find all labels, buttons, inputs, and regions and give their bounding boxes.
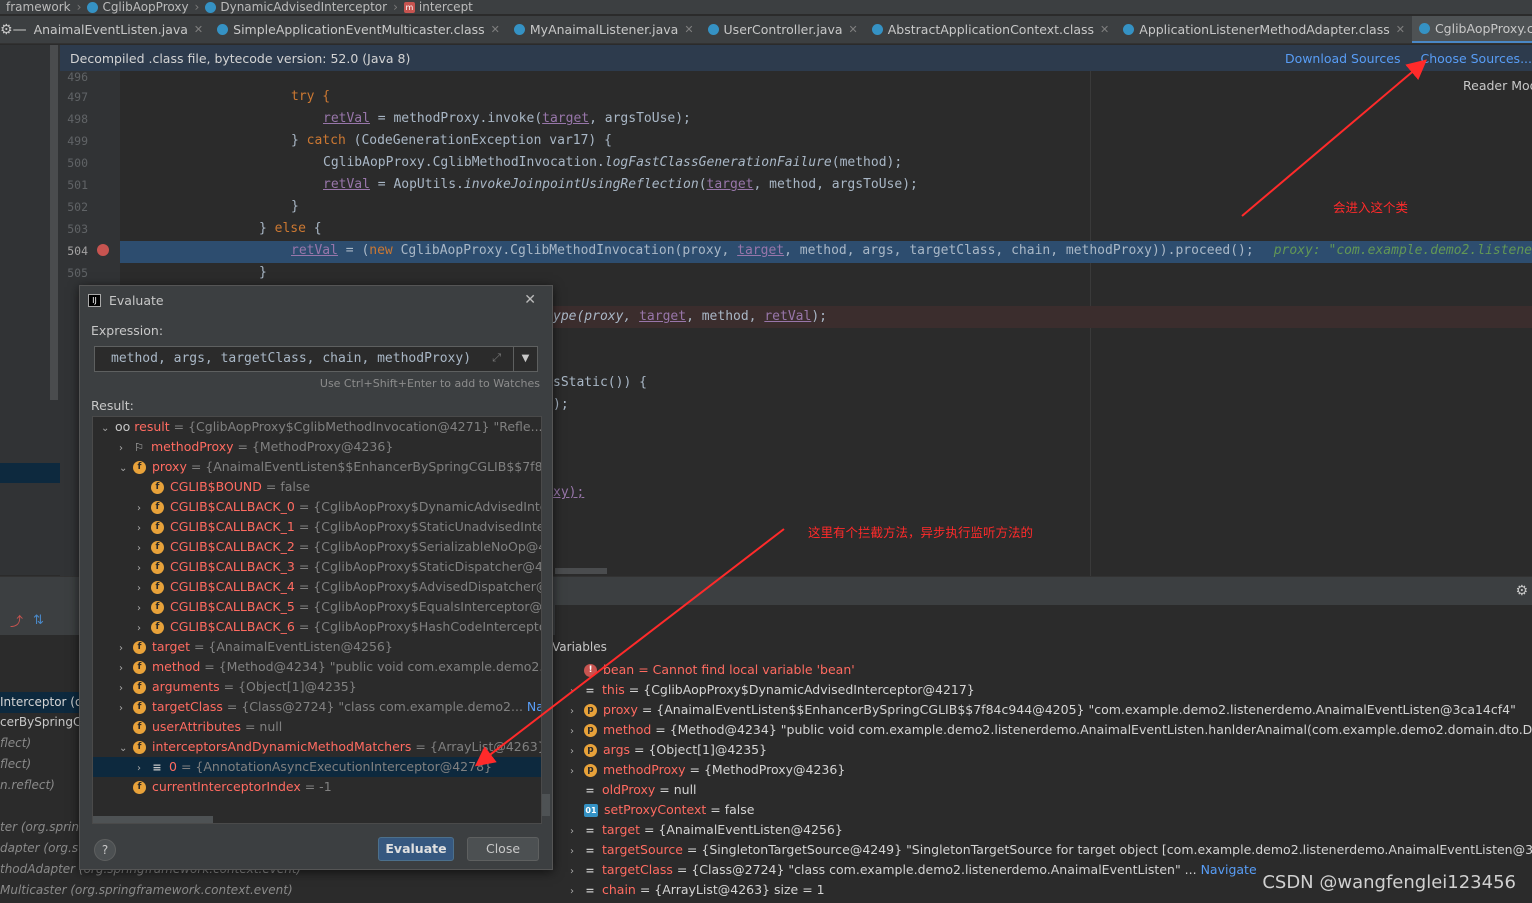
annotation-arrow-bottom <box>474 528 785 767</box>
annotation-arrow-top <box>1241 59 1428 217</box>
annotation-arrows <box>474 59 1428 767</box>
